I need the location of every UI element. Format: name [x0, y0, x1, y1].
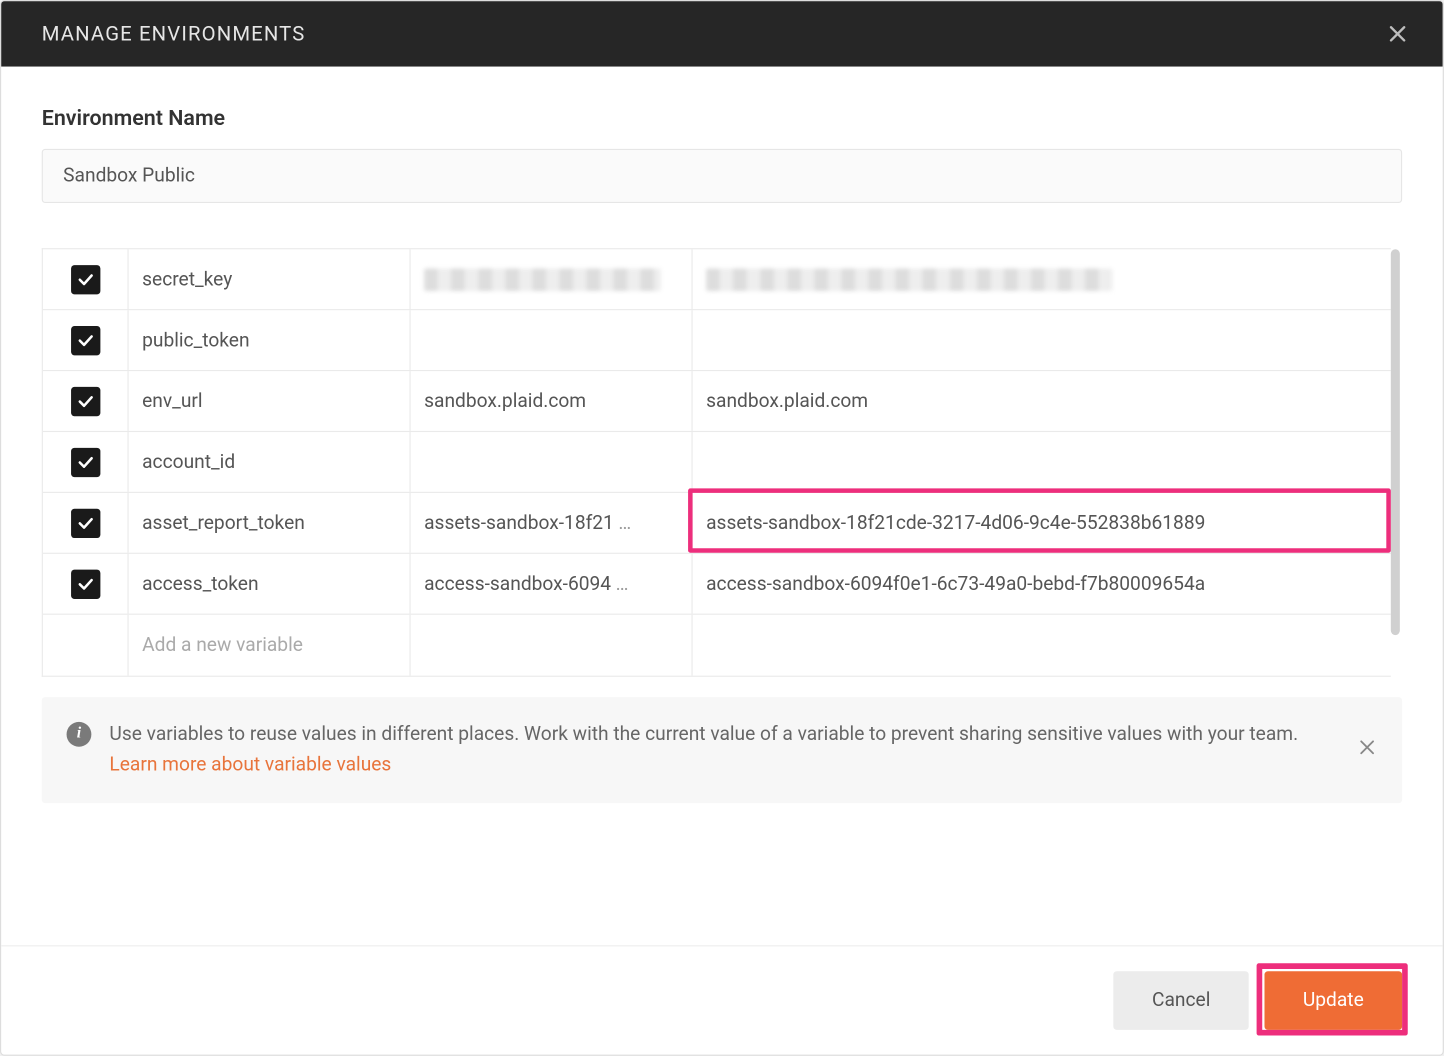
variable-initial-cell[interactable]: sandbox.plaid.com — [411, 371, 693, 431]
dialog-footer: Cancel Update — [1, 945, 1443, 1054]
variable-current-cell[interactable] — [693, 432, 1391, 492]
variable-initial-cell[interactable] — [411, 432, 693, 492]
info-banner: i Use variables to reuse values in diffe… — [42, 697, 1402, 803]
variable-enabled-checkbox[interactable] — [71, 325, 100, 354]
cancel-button[interactable]: Cancel — [1114, 971, 1249, 1030]
variable-name-cell[interactable]: asset_report_token — [129, 493, 411, 553]
table-row: env_url sandbox.plaid.com sandbox.plaid.… — [43, 371, 1391, 432]
variable-enabled-checkbox[interactable] — [71, 447, 100, 476]
ellipsis-icon: … — [616, 572, 629, 595]
close-icon[interactable] — [1384, 20, 1411, 47]
variable-enabled-checkbox[interactable] — [71, 569, 100, 598]
table-row: secret_key — [43, 249, 1391, 310]
variable-current-cell[interactable]: sandbox.plaid.com — [693, 371, 1391, 431]
new-variable-input[interactable]: Add a new variable — [129, 615, 411, 676]
variables-table: secret_key public_token env_url sandbox.… — [42, 248, 1391, 677]
variable-name-cell[interactable]: public_token — [129, 310, 411, 370]
variable-enabled-checkbox[interactable] — [71, 508, 100, 537]
variable-name-cell[interactable]: account_id — [129, 432, 411, 492]
variable-current-cell[interactable] — [693, 310, 1391, 370]
variable-enabled-checkbox[interactable] — [71, 386, 100, 415]
new-variable-current[interactable] — [693, 615, 1391, 676]
variable-enabled-checkbox[interactable] — [71, 265, 100, 294]
learn-more-link[interactable]: Learn more about variable values — [109, 754, 391, 777]
variable-name-cell[interactable]: secret_key — [129, 249, 411, 309]
new-variable-row: Add a new variable — [43, 615, 1391, 676]
table-row: asset_report_token assets-sandbox-18f21…… — [43, 493, 1391, 554]
redacted-value — [706, 268, 1112, 291]
update-button[interactable]: Update — [1265, 971, 1403, 1030]
env-name-input[interactable] — [42, 149, 1402, 203]
ellipsis-icon: … — [618, 512, 631, 535]
variable-initial-cell[interactable]: access-sandbox-6094… — [411, 554, 693, 614]
variable-current-cell[interactable] — [693, 249, 1391, 309]
variable-initial-cell[interactable] — [411, 249, 693, 309]
variable-name-cell[interactable]: env_url — [129, 371, 411, 431]
variable-current-cell[interactable]: assets-sandbox-18f21cde-3217-4d06-9c4e-5… — [693, 493, 1391, 553]
table-row: access_token access-sandbox-6094… access… — [43, 554, 1391, 615]
info-text: Use variables to reuse values in differe… — [109, 720, 1377, 781]
info-close-icon[interactable] — [1357, 736, 1377, 764]
new-variable-initial[interactable] — [411, 615, 693, 676]
variable-initial-cell[interactable] — [411, 310, 693, 370]
table-row: account_id — [43, 432, 1391, 493]
titlebar: MANAGE ENVIRONMENTS — [1, 1, 1443, 66]
variable-name-cell[interactable]: access_token — [129, 554, 411, 614]
info-icon: i — [67, 722, 92, 747]
scrollbar-thumb[interactable] — [1391, 249, 1400, 635]
env-name-label: Environment Name — [42, 105, 1402, 131]
redacted-value — [424, 268, 661, 291]
variable-current-cell[interactable]: access-sandbox-6094f0e1-6c73-49a0-bebd-f… — [693, 554, 1391, 614]
table-row: public_token — [43, 310, 1391, 371]
variable-initial-cell[interactable]: assets-sandbox-18f21… — [411, 493, 693, 553]
dialog-title: MANAGE ENVIRONMENTS — [42, 22, 306, 46]
scrollbar[interactable] — [1391, 248, 1402, 677]
